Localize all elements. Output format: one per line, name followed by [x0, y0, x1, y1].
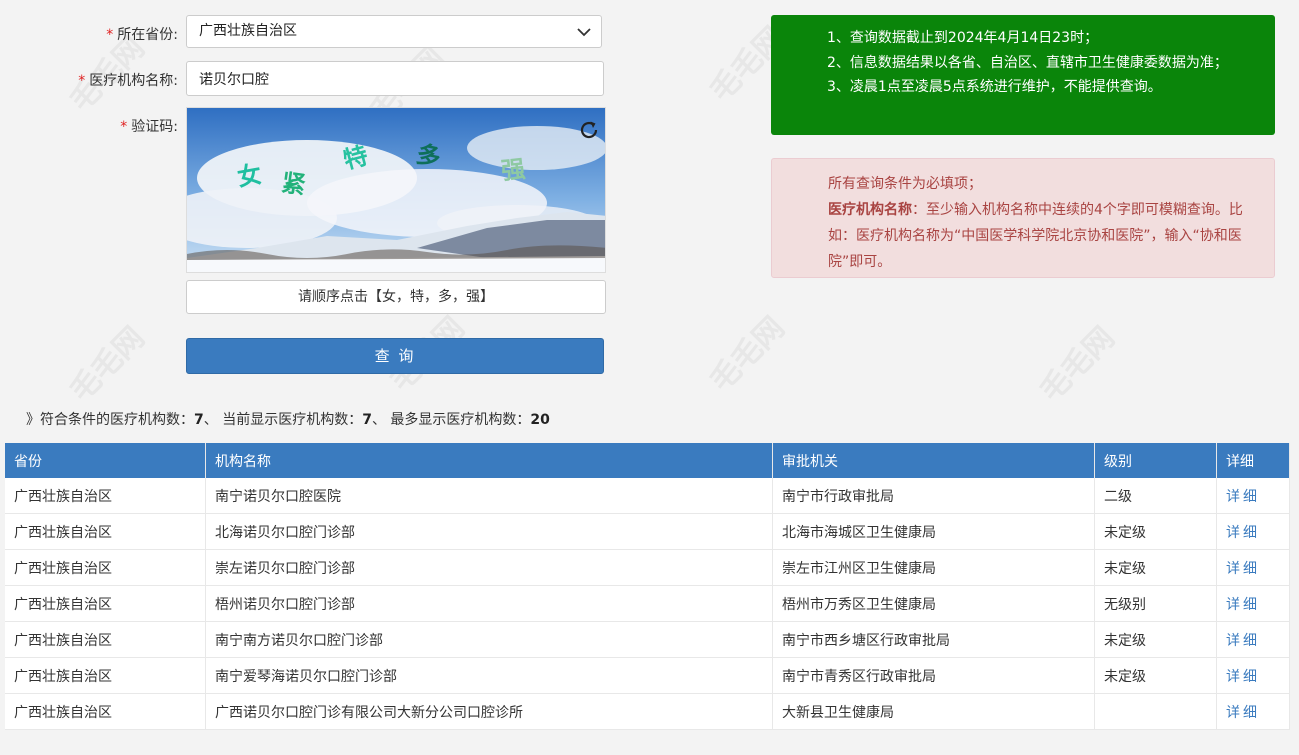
notice-warning-box: 所有查询条件为必填项； 医疗机构名称：至少输入机构名称中连续的4个字即可模糊查询…	[771, 158, 1275, 278]
cell-org-name: 崇左诺贝尔口腔门诊部	[205, 549, 773, 586]
cell-level: 二级	[1094, 478, 1217, 514]
table-row: 广西壮族自治区 广西诺贝尔口腔门诊有限公司大新分公司口腔诊所 大新县卫生健康局 …	[5, 693, 1290, 730]
table-row: 广西壮族自治区 南宁爱琴海诺贝尔口腔门诊部 南宁市青秀区行政审批局 未定级 详细	[5, 657, 1290, 694]
notice-line: 1、查询数据截止到2024年4月14日23时；	[827, 30, 1099, 46]
notice-line: 2、信息数据结果以各省、自治区、直辖市卫生健康委数据为准；	[827, 54, 1228, 71]
detail-link[interactable]: 详细	[1226, 525, 1260, 541]
captcha-char[interactable]: 强	[499, 149, 527, 186]
cell-org-name: 梧州诺贝尔口腔门诊部	[205, 585, 773, 622]
notice-line: 医疗机构名称：至少输入机构名称中连续的4个字即可模糊查询。比如：医疗机构名称为“…	[828, 197, 1258, 275]
required-mark: *	[106, 27, 114, 43]
cell-org-name: 南宁诺贝尔口腔医院	[205, 478, 773, 514]
province-label: * 所在省份:	[0, 24, 178, 44]
detail-link[interactable]: 详细	[1226, 669, 1260, 685]
cell-level: 无级别	[1094, 585, 1217, 622]
detail-link[interactable]: 详细	[1226, 561, 1260, 577]
cell-org-name: 广西诺贝尔口腔门诊有限公司大新分公司口腔诊所	[205, 693, 773, 730]
cell-authority: 梧州市万秀区卫生健康局	[772, 585, 1095, 622]
detail-link[interactable]: 详细	[1226, 597, 1260, 613]
cell-detail: 详细	[1216, 513, 1290, 550]
cell-level: 未定级	[1094, 621, 1217, 658]
max-count: 20	[530, 412, 550, 428]
cell-org-name: 北海诺贝尔口腔门诊部	[205, 513, 773, 550]
org-name-label: * 医疗机构名称:	[0, 70, 178, 90]
summary-sep: 、 当前显示医疗机构数：	[203, 412, 363, 428]
cell-detail: 详细	[1216, 693, 1290, 730]
column-header: 机构名称	[205, 443, 773, 478]
cell-authority: 南宁市西乡塘区行政审批局	[772, 621, 1095, 658]
watermark: 毛毛网	[703, 310, 792, 399]
notice-info-box: 1、查询数据截止到2024年4月14日23时； 2、信息数据结果以各省、自治区、…	[771, 15, 1275, 135]
result-summary: 》符合条件的医疗机构数：7、 当前显示医疗机构数：7、 最多显示医疗机构数：20	[26, 409, 550, 429]
cell-province: 广西壮族自治区	[5, 549, 206, 586]
detail-link[interactable]: 详细	[1226, 633, 1260, 649]
cell-authority: 大新县卫生健康局	[772, 693, 1095, 730]
cell-authority: 南宁市青秀区行政审批局	[772, 657, 1095, 694]
cell-detail: 详细	[1216, 585, 1290, 622]
column-header: 省份	[5, 443, 206, 478]
cell-authority: 南宁市行政审批局	[772, 478, 1095, 514]
captcha-prompt: 请顺序点击【女，特，多，强】	[186, 280, 606, 314]
province-label-text: 所在省份:	[117, 27, 178, 43]
cell-detail: 详细	[1216, 478, 1290, 514]
column-header: 级别	[1094, 443, 1217, 478]
cell-detail: 详细	[1216, 657, 1290, 694]
cell-province: 广西壮族自治区	[5, 513, 206, 550]
column-header: 详细	[1216, 443, 1290, 478]
cell-province: 广西壮族自治区	[5, 693, 206, 730]
results-table: 省份 机构名称 审批机关 级别 详细 广西壮族自治区 南宁诺贝尔口腔医院 南宁市…	[5, 443, 1290, 730]
cell-org-name: 南宁爱琴海诺贝尔口腔门诊部	[205, 657, 773, 694]
cell-authority: 崇左市江州区卫生健康局	[772, 549, 1095, 586]
refresh-icon[interactable]	[577, 118, 601, 142]
cell-org-name: 南宁南方诺贝尔口腔门诊部	[205, 621, 773, 658]
column-header: 审批机关	[772, 443, 1095, 478]
cell-province: 广西壮族自治区	[5, 585, 206, 622]
cell-detail: 详细	[1216, 621, 1290, 658]
captcha-image[interactable]: 女 紧 特 多 强	[186, 107, 606, 273]
notice-line: 所有查询条件为必填项；	[828, 176, 982, 192]
cell-province: 广西壮族自治区	[5, 478, 206, 514]
captcha-label: * 验证码:	[0, 116, 178, 136]
watermark: 毛毛网	[63, 320, 152, 409]
match-count: 7	[194, 412, 204, 428]
table-header-row: 省份 机构名称 审批机关 级别 详细	[5, 443, 1290, 478]
org-name-input[interactable]	[186, 61, 604, 96]
watermark: 毛毛网	[1033, 320, 1122, 409]
detail-link[interactable]: 详细	[1226, 705, 1260, 721]
cell-province: 广西壮族自治区	[5, 621, 206, 658]
notice-keyword: 医疗机构名称	[828, 202, 912, 218]
notice-line: 3、凌晨1点至凌晨5点系统进行维护，不能提供查询。	[827, 79, 1162, 95]
captcha-label-text: 验证码:	[131, 119, 178, 135]
cell-authority: 北海市海城区卫生健康局	[772, 513, 1095, 550]
table-row: 广西壮族自治区 南宁诺贝尔口腔医院 南宁市行政审批局 二级 详细	[5, 478, 1290, 514]
chevron-down-icon	[577, 28, 591, 37]
summary-sep: 、 最多显示医疗机构数：	[371, 412, 531, 428]
table-row: 广西壮族自治区 崇左诺贝尔口腔门诊部 崇左市江州区卫生健康局 未定级 详细	[5, 549, 1290, 586]
shown-count: 7	[362, 412, 372, 428]
cell-province: 广西壮族自治区	[5, 657, 206, 694]
cell-detail: 详细	[1216, 549, 1290, 586]
cell-level: 未定级	[1094, 657, 1217, 694]
required-mark: *	[78, 73, 86, 89]
province-select-value: 广西壮族自治区	[199, 23, 297, 39]
cell-level	[1094, 693, 1217, 730]
org-name-label-text: 医疗机构名称:	[89, 73, 178, 89]
cell-level: 未定级	[1094, 549, 1217, 586]
query-button[interactable]: 查 询	[186, 338, 604, 374]
detail-link[interactable]: 详细	[1226, 489, 1260, 505]
province-select[interactable]: 广西壮族自治区	[186, 15, 602, 48]
table-row: 广西壮族自治区 北海诺贝尔口腔门诊部 北海市海城区卫生健康局 未定级 详细	[5, 513, 1290, 550]
cell-level: 未定级	[1094, 513, 1217, 550]
summary-prefix: 》符合条件的医疗机构数：	[26, 412, 194, 428]
captcha-char[interactable]: 紧	[280, 163, 309, 201]
table-row: 广西壮族自治区 南宁南方诺贝尔口腔门诊部 南宁市西乡塘区行政审批局 未定级 详细	[5, 621, 1290, 658]
table-row: 广西壮族自治区 梧州诺贝尔口腔门诊部 梧州市万秀区卫生健康局 无级别 详细	[5, 585, 1290, 622]
required-mark: *	[120, 119, 128, 135]
